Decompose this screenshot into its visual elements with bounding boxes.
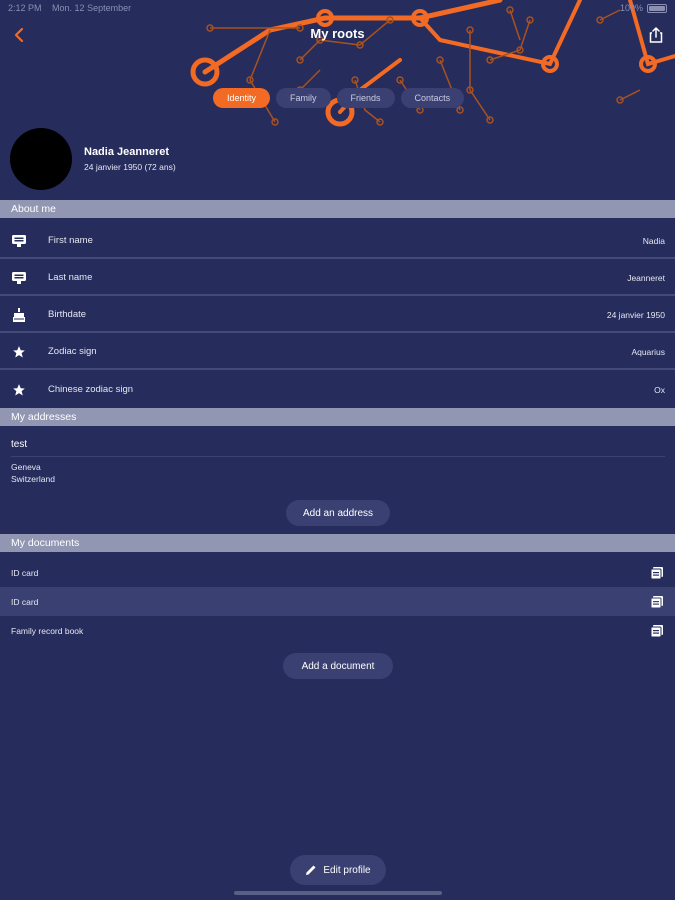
star-icon: [11, 344, 27, 360]
profile-summary: Nadia Jeanneret 24 janvier 1950 (72 ans): [0, 128, 675, 198]
edit-profile-label: Edit profile: [323, 864, 371, 876]
edit-profile-button[interactable]: Edit profile: [290, 855, 386, 885]
row-chinese-zodiac-sign[interactable]: Chinese zodiac sign Ox: [0, 372, 675, 407]
id-card-icon: [11, 270, 27, 286]
document-row[interactable]: ID card: [0, 558, 675, 587]
address-title[interactable]: test: [11, 439, 27, 450]
document-label: ID card: [11, 567, 39, 578]
row-label: Birthdate: [48, 309, 87, 320]
pencil-icon: [306, 865, 316, 875]
tab-family[interactable]: Family: [276, 88, 331, 108]
share-button[interactable]: [645, 24, 667, 46]
address-country: Switzerland: [11, 474, 55, 484]
row-label: Last name: [48, 272, 93, 283]
document-row[interactable]: ID card: [0, 587, 675, 616]
document-icon[interactable]: [650, 566, 664, 580]
row-first-name[interactable]: First name Nadia: [0, 224, 675, 259]
document-icon[interactable]: [650, 595, 664, 609]
status-time: 2:12 PM: [8, 3, 42, 13]
document-icon[interactable]: [650, 624, 664, 638]
document-label: Family record book: [11, 625, 84, 636]
row-last-name[interactable]: Last name Jeanneret: [0, 261, 675, 296]
page-title: My roots: [310, 26, 365, 41]
status-date: Mon. 12 September: [52, 3, 132, 13]
row-label: First name: [48, 235, 93, 246]
profile-name: Nadia Jeanneret: [84, 146, 169, 158]
battery-icon: [647, 3, 667, 13]
star-icon: [11, 382, 27, 398]
cake-icon: [11, 307, 27, 323]
id-card-icon: [11, 233, 27, 249]
row-label: Zodiac sign: [48, 346, 97, 357]
row-value: Ox: [654, 384, 665, 395]
document-label: ID card: [11, 596, 39, 607]
tab-contacts[interactable]: Contacts: [400, 88, 465, 108]
row-zodiac-sign[interactable]: Zodiac sign Aquarius: [0, 335, 675, 370]
row-value: Jeanneret: [627, 272, 665, 283]
section-my-addresses: My addresses: [0, 408, 675, 426]
battery-percent: 100%: [619, 3, 643, 13]
row-value: 24 janvier 1950: [606, 309, 665, 320]
address-divider: [11, 456, 665, 457]
tab-identity[interactable]: Identity: [213, 88, 271, 108]
tab-friends[interactable]: Friends: [336, 88, 395, 108]
tab-bar: Identity Family Friends Contacts: [213, 88, 465, 108]
profile-birth: 24 janvier 1950 (72 ans): [84, 162, 176, 172]
network-decoration: [190, 0, 675, 127]
row-birthdate[interactable]: Birthdate 24 janvier 1950: [0, 298, 675, 333]
address-city: Geneva: [11, 462, 41, 472]
add-address-button[interactable]: Add an address: [286, 500, 390, 526]
section-my-documents: My documents: [0, 534, 675, 552]
avatar[interactable]: [10, 128, 72, 190]
section-about-me: About me: [0, 200, 675, 218]
home-indicator: [234, 891, 442, 895]
row-value: Nadia: [642, 235, 665, 246]
status-bar: 2:12 PM Mon. 12 September 100%: [0, 0, 675, 16]
share-icon: [649, 27, 663, 43]
document-row[interactable]: Family record book: [0, 616, 675, 645]
add-document-button[interactable]: Add a document: [283, 653, 393, 679]
row-label: Chinese zodiac sign: [48, 384, 134, 395]
row-value: Aquarius: [631, 346, 665, 357]
header: 2:12 PM Mon. 12 September 100% My roots …: [0, 0, 675, 128]
